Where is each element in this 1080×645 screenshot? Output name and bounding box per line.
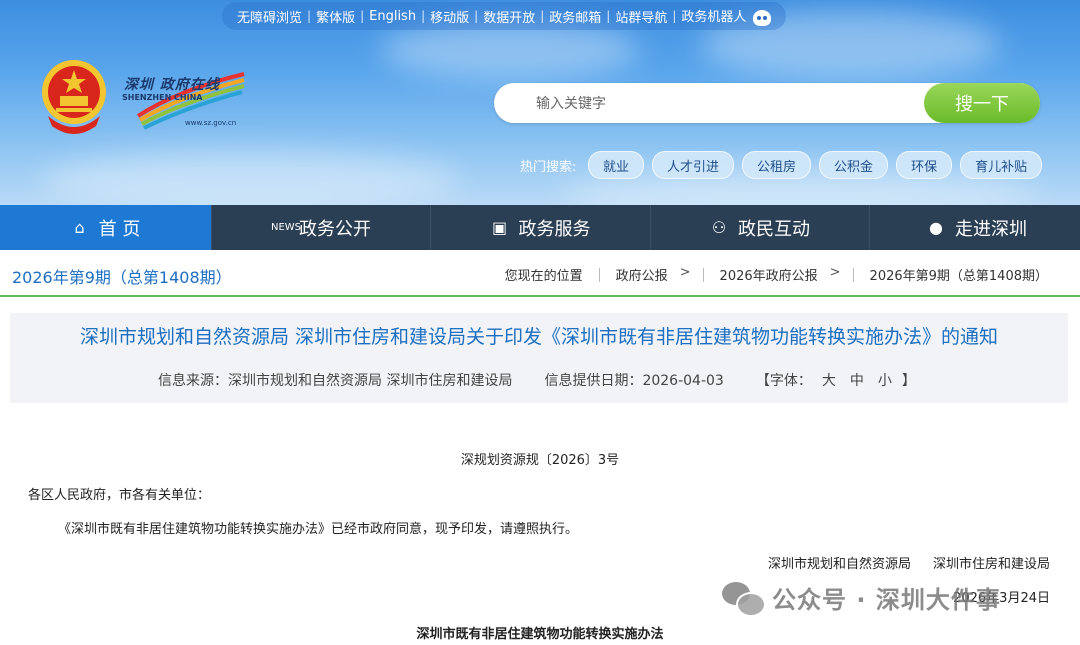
font-size-large[interactable]: 大	[818, 370, 840, 390]
search-button[interactable]: 搜一下	[924, 83, 1040, 123]
divider-line	[0, 295, 1080, 297]
font-size-medium[interactable]: 中	[846, 370, 868, 390]
salutation: 各区人民政府，市各有关单位：	[28, 488, 211, 503]
signer-planning-bureau: 深圳市规划和自然资源局	[767, 557, 911, 572]
signer-housing-bureau: 深圳市住房和建设局	[932, 557, 1050, 572]
link-english[interactable]: English	[364, 9, 421, 24]
font-size-control: 【字体： 大 中 小 】	[756, 370, 916, 390]
link-open-data[interactable]: 数据开放	[478, 7, 540, 26]
nav-interaction[interactable]: ⚇ 政民互动	[651, 205, 870, 250]
monitor-icon: ▣	[491, 218, 508, 237]
logo-text-en: SHENZHEN CHINA	[122, 93, 203, 102]
hot-search-label: 热门搜索:	[520, 160, 577, 175]
logo-url: www.sz.gov.cn	[185, 119, 237, 127]
article-header: 深圳市规划和自然资源局 深圳市住房和建设局关于印发《深圳市既有非居住建筑物功能转…	[10, 313, 1068, 403]
wechat-icon	[722, 581, 766, 617]
hot-tag-public-rental[interactable]: 公租房	[742, 151, 812, 179]
national-emblem-icon	[42, 60, 106, 134]
font-size-small[interactable]: 小	[874, 370, 896, 390]
article-meta: 信息来源：深圳市规划和自然资源局 深圳市住房和建设局 信息提供日期：2026-0…	[158, 370, 916, 390]
nav-gov-affairs[interactable]: NEWS 政务公开	[212, 205, 431, 250]
hot-tag-childcare[interactable]: 育儿补贴	[960, 151, 1043, 179]
breadcrumb-gazette[interactable]: 政府公报	[612, 265, 672, 284]
link-site-nav[interactable]: 站群导航	[610, 7, 672, 26]
watermark: 公众号 · 深圳大件事	[722, 580, 1001, 617]
header-banner: 无障碍浏览 | 繁体版 | English | 移动版 | 数据开放 | 政务邮箱 | 站群…	[0, 0, 1080, 205]
hot-tag-housing-fund[interactable]: 公积金	[819, 151, 889, 179]
link-mobile[interactable]: 移动版	[425, 7, 474, 26]
breadcrumb-issue[interactable]: 2026年第9期（总第1408期）	[866, 265, 1052, 284]
news-icon: NEWS	[271, 222, 302, 233]
compass-icon: ●	[929, 218, 943, 237]
hot-tag-talent[interactable]: 人才引进	[652, 151, 735, 179]
nav-gov-services[interactable]: ▣ 政务服务	[431, 205, 651, 250]
document-heading: 深圳市既有非居住建筑物功能转换实施办法	[416, 627, 664, 642]
signers: 深圳市规划和自然资源局 深圳市住房和建设局	[768, 553, 1050, 572]
nav-home[interactable]: ⌂ 首 页	[0, 205, 212, 250]
article-date: 信息提供日期：2026-04-03	[544, 373, 724, 389]
home-icon: ⌂	[74, 218, 85, 237]
breadcrumb-year[interactable]: 2026年政府公报	[716, 265, 822, 284]
hot-tag-employment[interactable]: 就业	[588, 151, 645, 179]
top-links-bar: 无障碍浏览 | 繁体版 | English | 移动版 | 数据开放 | 政务邮箱 | 站群…	[222, 2, 786, 30]
nav-about-shenzhen[interactable]: ● 走进深圳	[870, 205, 1080, 250]
issue-title: 2026年第9期（总第1408期）	[12, 268, 232, 287]
hot-search-tags: 就业 人才引进 公租房 公积金 环保 育儿补贴	[588, 151, 1043, 179]
hot-tag-environment[interactable]: 环保	[896, 151, 953, 179]
search-box: 搜一下	[494, 83, 1040, 125]
link-gov-robot[interactable]: 政务机器人	[676, 6, 775, 26]
robot-icon	[752, 9, 771, 26]
document-number: 深规划资源规〔2026〕3号	[460, 453, 620, 468]
main-nav: ⌂ 首 页 NEWS 政务公开 ▣ 政务服务 ⚇ 政民互动 ● 走进深圳	[0, 205, 1080, 250]
body-paragraph: 《深圳市既有非居住建筑物功能转换实施办法》已经市政府同意，现予印发，请遵照执行。	[58, 522, 579, 537]
link-gov-mail[interactable]: 政务邮箱	[544, 7, 606, 26]
logo-text-cn: 深圳 政府在线	[124, 77, 220, 93]
article-title: 深圳市规划和自然资源局 深圳市住房和建设局关于印发《深圳市既有非居住建筑物功能转…	[79, 326, 999, 348]
link-accessibility[interactable]: 无障碍浏览	[232, 7, 307, 26]
search-input[interactable]	[534, 83, 918, 125]
people-icon: ⚇	[711, 218, 727, 237]
article-source: 信息来源：深圳市规划和自然资源局 深圳市住房和建设局	[158, 373, 513, 389]
breadcrumb-location: 您现在的位置	[504, 269, 583, 284]
link-traditional[interactable]: 繁体版	[311, 7, 360, 26]
breadcrumb: 您现在的位置 政府公报 > 2026年政府公报 > 2026年第9期（总第140…	[501, 265, 1052, 284]
